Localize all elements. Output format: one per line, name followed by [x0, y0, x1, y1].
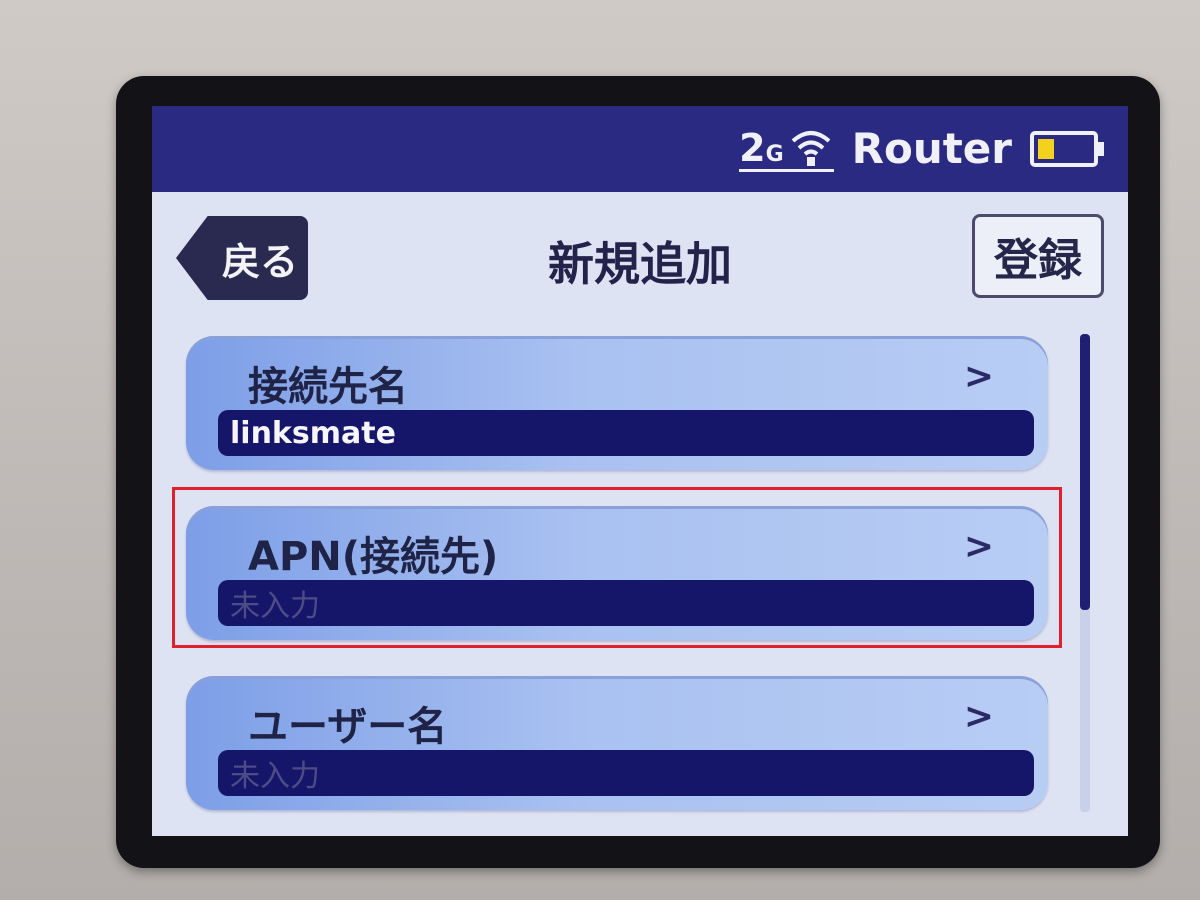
item-label: ユーザー名	[248, 704, 448, 750]
chevron-right-icon: >	[963, 526, 994, 567]
page-header: 戻る 新規追加 登録	[152, 192, 1128, 312]
scrollbar[interactable]	[1080, 334, 1090, 812]
item-label: APN(接続先)	[248, 534, 499, 580]
list-item-apn[interactable]: APN(接続先) > 未入力	[186, 506, 1048, 640]
network-type: 2G	[739, 125, 784, 170]
list-item-username[interactable]: ユーザー名 > 未入力	[186, 676, 1048, 810]
scrollbar-thumb[interactable]	[1080, 334, 1090, 610]
battery-icon	[1030, 131, 1104, 167]
status-bar: 2G Router	[152, 106, 1128, 192]
network-indicator: 2G	[739, 127, 834, 172]
connection-name-value: linksmate	[218, 410, 1034, 456]
mode-label: Router	[851, 124, 1012, 173]
list-item-connection-name[interactable]: 接続先名 > linksmate	[186, 336, 1048, 470]
apn-value: 未入力	[218, 580, 1034, 626]
chevron-right-icon: >	[963, 696, 994, 737]
chevron-right-icon: >	[963, 356, 994, 397]
device-screen: 2G Router 戻る 新規追加 登録 接続先名 > linksmate AP…	[152, 106, 1128, 836]
username-value: 未入力	[218, 750, 1034, 796]
register-button[interactable]: 登録	[972, 214, 1104, 298]
item-label: 接続先名	[248, 364, 408, 410]
wifi-icon	[791, 130, 830, 166]
settings-list: 接続先名 > linksmate APN(接続先) > 未入力 ユーザー名 > …	[186, 336, 1048, 836]
